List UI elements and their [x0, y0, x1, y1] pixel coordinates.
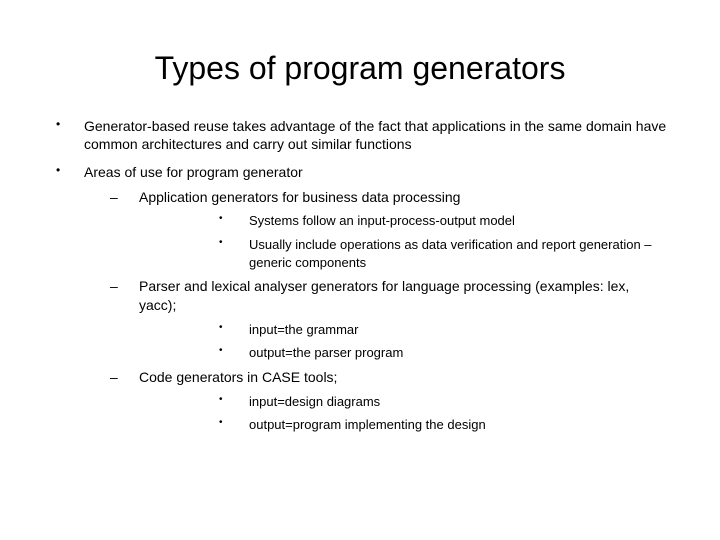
subsub-item: Usually include operations as data verif… [139, 236, 670, 271]
subsub-text: input=the grammar [249, 322, 358, 337]
sub-text: Application generators for business data… [139, 189, 460, 205]
sub-item: Application generators for business data… [84, 188, 670, 272]
bullet-text: Areas of use for program generator [84, 164, 303, 180]
subsub-item: output=program implementing the design [139, 416, 670, 434]
subsub-item: input=design diagrams [139, 393, 670, 411]
sub-item: Parser and lexical analyser generators f… [84, 277, 670, 362]
subsub-text: output=program implementing the design [249, 417, 486, 432]
subsub-text: output=the parser program [249, 345, 403, 360]
subsub-text: input=design diagrams [249, 394, 380, 409]
sub-item: Code generators in CASE tools; input=des… [84, 368, 670, 434]
sub-list: Application generators for business data… [84, 188, 670, 434]
subsub-item: output=the parser program [139, 344, 670, 362]
slide-title: Types of program generators [50, 50, 670, 87]
subsub-list: input=design diagrams output=program imp… [139, 393, 670, 434]
slide: Types of program generators Generator-ba… [0, 0, 720, 540]
subsub-list: input=the grammar output=the parser prog… [139, 321, 670, 362]
subsub-text: Usually include operations as data verif… [249, 237, 652, 270]
bullet-text: Generator-based reuse takes advantage of… [84, 118, 666, 152]
subsub-text: Systems follow an input-process-output m… [249, 213, 515, 228]
bullet-item: Areas of use for program generator Appli… [50, 163, 670, 434]
sub-text: Code generators in CASE tools; [139, 369, 337, 385]
subsub-list: Systems follow an input-process-output m… [139, 212, 670, 271]
subsub-item: Systems follow an input-process-output m… [139, 212, 670, 230]
subsub-item: input=the grammar [139, 321, 670, 339]
sub-text: Parser and lexical analyser generators f… [139, 278, 629, 313]
bullet-list: Generator-based reuse takes advantage of… [50, 117, 670, 434]
bullet-item: Generator-based reuse takes advantage of… [50, 117, 670, 153]
